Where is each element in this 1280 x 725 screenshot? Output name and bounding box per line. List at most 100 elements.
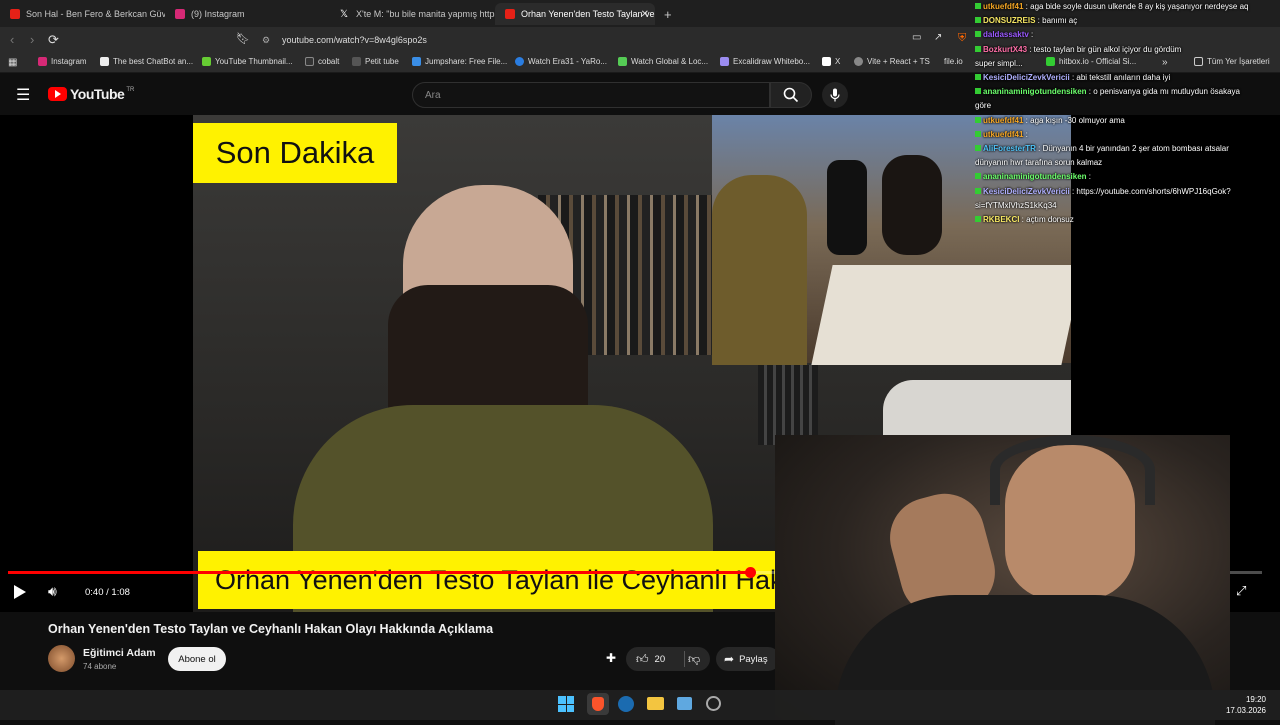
chat-message: dünyanın hwr tarafına sorun kalmaz — [975, 156, 1280, 170]
chat-text: si=fYTMxlVhzS1kKq34 — [975, 200, 1057, 210]
system-clock[interactable]: 19:20 17.03.2026 — [1226, 694, 1266, 716]
address-bar[interactable]: ⚙︎ youtube.com/watch?v=8w4gl6spo2s — [254, 30, 954, 50]
site-info-icon[interactable]: ⚙︎ — [262, 35, 270, 46]
steam-icon[interactable] — [618, 696, 634, 712]
instagram-icon — [38, 57, 47, 66]
menu-icon[interactable]: ☰ — [16, 85, 30, 105]
breaking-news-banner: Son Dakika — [193, 123, 397, 183]
chat-message: utkuefdf41 : aga kışın -30 olmuyor ama — [975, 114, 1280, 128]
chat-message: KesiciDeliciZevkVericii : abi tekstill a… — [975, 71, 1280, 85]
chat-text: : banımı aç — [1035, 16, 1078, 26]
chat-username: utkuefdf41 — [983, 2, 1024, 11]
excalidraw-icon — [720, 57, 729, 66]
chat-text: : testo taylan bir gün alkol içiyor du g… — [1027, 44, 1182, 54]
chat-text: : Dünyanın 4 bir yanından 2 şer atom bom… — [1035, 144, 1229, 154]
bookmark-icon[interactable]: 🔖︎ — [236, 32, 250, 45]
bookmark-petit-tube[interactable]: Petit tube — [352, 57, 399, 66]
brave-shield-icon[interactable]: ⛨ — [958, 32, 966, 45]
batman-figure — [827, 160, 867, 255]
x-icon — [822, 57, 831, 66]
chat-message: daldassaktv : — [975, 28, 1280, 42]
windows-start-icon[interactable] — [558, 696, 574, 712]
youtube-icon — [10, 9, 20, 19]
chat-text: : aga kışın -30 olmuyor ama — [1023, 115, 1125, 125]
reload-icon[interactable]: ⟳ — [48, 32, 59, 48]
stream-chat-overlay: utkuefdf41 : aga bide soyle dusun ulkend… — [975, 0, 1280, 235]
tab-label: X'te M: "bu bile manita yapmış https: — [356, 9, 495, 19]
bookmark-excalidraw[interactable]: Excalidraw Whitebo... — [720, 57, 810, 66]
channel-name[interactable]: Eğitimci Adam — [83, 647, 156, 659]
chat-text: göre — [975, 101, 992, 111]
chat-message: ananinaminigotundensiken : — [975, 170, 1280, 184]
file-explorer-icon[interactable] — [647, 697, 664, 710]
share-button[interactable]: ➦ Paylaş — [716, 647, 780, 671]
search-input[interactable]: Ara — [412, 82, 770, 108]
share-icon[interactable]: ↗ — [934, 32, 942, 43]
subscriber-count: 74 abone — [83, 662, 117, 671]
bookmark-watch-global[interactable]: Watch Global & Loc... — [618, 57, 708, 66]
youtube-play-icon — [48, 87, 67, 101]
chat-username: utkuefdf41 — [983, 115, 1024, 125]
chat-message: RKBEKCI : açtım donsuz — [975, 213, 1280, 227]
bookmark-thumbnail[interactable]: YouTube Thumbnail... — [202, 57, 293, 66]
taskbar-brave-active[interactable] — [587, 693, 609, 715]
tab-x-post[interactable]: 𝕏 X'te M: "bu bile manita yapmış https: — [330, 3, 495, 25]
photos-icon[interactable] — [677, 697, 692, 710]
chat-badge-icon — [975, 74, 981, 81]
tab-son-hal[interactable]: Son Hal - Ben Fero & Berkcan Güven — [0, 3, 165, 25]
chat-badge-icon — [975, 17, 981, 24]
chatbot-icon — [100, 57, 109, 66]
time-display: 0:40 / 1:08 — [85, 587, 130, 598]
bookmark-x[interactable]: X — [822, 57, 840, 66]
windows-taskbar: 19:20 17.03.2026 — [0, 690, 1280, 720]
channel-avatar[interactable] — [48, 645, 75, 672]
fullscreen-icon[interactable]: ⤢ — [1236, 583, 1246, 599]
tab-instagram[interactable]: (9) Instagram — [165, 3, 330, 25]
chat-username: RKBEKCI — [983, 215, 1020, 225]
video-title: Orhan Yenen'den Testo Taylan ve Ceyhanlı… — [48, 622, 494, 636]
chat-badge-icon — [975, 130, 981, 137]
chat-message: AliForesterTR : Dünyanın 4 bir yanından … — [975, 142, 1280, 156]
subscribe-button[interactable]: Abone ol — [168, 647, 226, 671]
volume-icon[interactable]: 🔊︎ — [48, 583, 57, 600]
tab-label: (9) Instagram — [191, 9, 245, 19]
like-divider — [684, 651, 685, 667]
chat-text: super simpl... — [975, 58, 1023, 68]
cast-icon[interactable]: ▭ — [912, 32, 921, 43]
cobalt-icon — [305, 57, 314, 66]
youtube-logo[interactable]: YouTube TR — [48, 86, 134, 102]
sponsor-icon[interactable]: ✚ — [606, 651, 616, 665]
tab-label: Orhan Yenen'den Testo Taylan ve — [521, 9, 655, 19]
obs-icon[interactable] — [706, 696, 721, 711]
apps-icon[interactable]: ▦ — [8, 57, 17, 68]
chat-badge-icon — [975, 45, 981, 52]
bookmark-instagram[interactable]: Instagram — [38, 57, 87, 66]
bookmark-jumpshare[interactable]: Jumpshare: Free File... — [412, 57, 507, 66]
thumbs-down-icon[interactable]: 👎︎ — [688, 652, 700, 667]
chat-username: KesiciDeliciZevkVericii — [983, 186, 1070, 196]
forward-icon[interactable]: › — [30, 32, 34, 47]
bookmark-vite[interactable]: Vite + React + TS — [854, 57, 930, 66]
voice-search-button[interactable] — [822, 82, 848, 108]
chat-username: BozkurtX43 — [983, 44, 1028, 54]
share-label: Paylaş — [739, 653, 768, 665]
bookmark-cobalt[interactable]: cobalt — [305, 57, 339, 66]
person-left — [712, 175, 807, 365]
tab-orhan-yenen[interactable]: Orhan Yenen'den Testo Taylan ve ✕ — [495, 3, 655, 25]
chat-badge-icon — [975, 173, 981, 180]
chat-badge-icon — [975, 145, 981, 152]
chat-message: utkuefdf41 : — [975, 128, 1280, 142]
bookmark-era31[interactable]: Watch Era31 - YaRo... — [515, 57, 607, 66]
chat-text: : aga bide soyle dusun ulkende 8 ay kiş … — [1023, 2, 1249, 11]
new-tab-button[interactable]: + — [660, 3, 680, 25]
youtube-icon — [505, 9, 515, 19]
back-icon[interactable]: ‹ — [10, 32, 14, 47]
search-button[interactable] — [770, 82, 812, 108]
thumbs-up-icon[interactable]: 👍︎ — [636, 652, 649, 667]
bookmark-file-io[interactable]: file.io — [944, 57, 963, 66]
chat-message: BozkurtX43 : testo taylan bir gün alkol … — [975, 43, 1280, 57]
close-tab-icon[interactable]: ✕ — [641, 9, 649, 20]
chat-username: KesiciDeliciZevkVericii — [983, 73, 1070, 83]
bookmark-chatbot[interactable]: The best ChatBot an... — [100, 57, 193, 66]
play-icon[interactable] — [14, 585, 26, 599]
